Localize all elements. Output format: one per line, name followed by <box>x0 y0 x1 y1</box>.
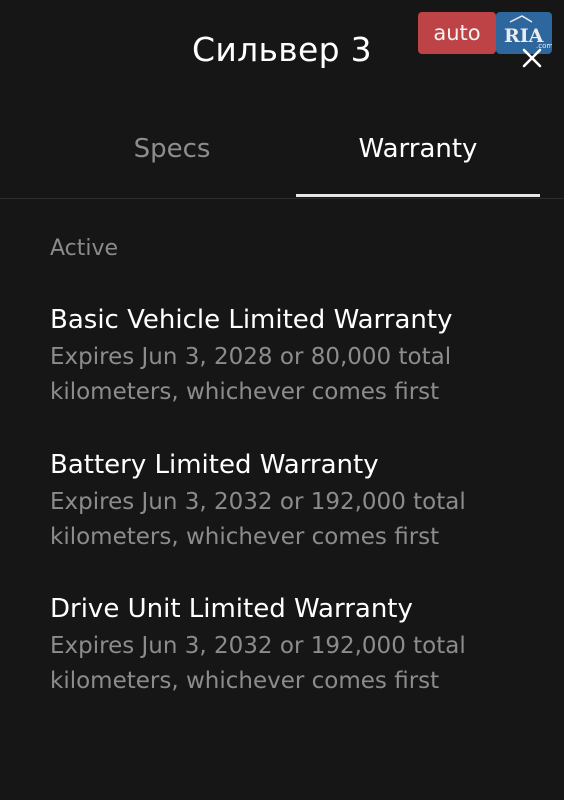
tab-specs[interactable]: Specs <box>48 134 296 164</box>
warranty-condition-line: kilometers, whichever comes first <box>50 524 440 550</box>
tab-bar: Specs Warranty <box>0 110 564 199</box>
warranty-title: Battery Limited Warranty <box>50 450 379 480</box>
warranty-expiry-line: Expires Jun 3, 2032 or 192,000 total <box>50 489 466 515</box>
modal-header: Сильвер 3 auto RIA .com <box>0 0 564 110</box>
active-tab-indicator <box>296 194 540 197</box>
section-label-active: Active <box>50 236 119 261</box>
warranty-title: Basic Vehicle Limited Warranty <box>50 305 453 335</box>
list-item: Basic Vehicle Limited Warranty Expires J… <box>50 303 530 410</box>
warranty-description: Expires Jun 3, 2032 or 192,000 total kil… <box>50 629 530 699</box>
warranty-condition-line: kilometers, whichever comes first <box>50 668 440 694</box>
list-item: Battery Limited Warranty Expires Jun 3, … <box>50 448 530 555</box>
warranty-title: Drive Unit Limited Warranty <box>50 594 413 624</box>
warranty-expiry-line: Expires Jun 3, 2028 or 80,000 total <box>50 344 452 370</box>
close-icon <box>522 48 542 68</box>
warranty-expiry-line: Expires Jun 3, 2032 or 192,000 total <box>50 633 466 659</box>
watermark-auto-label: auto <box>418 12 496 54</box>
warranty-description: Expires Jun 3, 2028 or 80,000 total kilo… <box>50 340 530 410</box>
close-button[interactable] <box>512 40 552 76</box>
tab-warranty[interactable]: Warranty <box>296 134 540 164</box>
list-item: Drive Unit Limited Warranty Expires Jun … <box>50 592 530 699</box>
warranty-description: Expires Jun 3, 2032 or 192,000 total kil… <box>50 485 530 555</box>
warranty-condition-line: kilometers, whichever comes first <box>50 379 440 405</box>
